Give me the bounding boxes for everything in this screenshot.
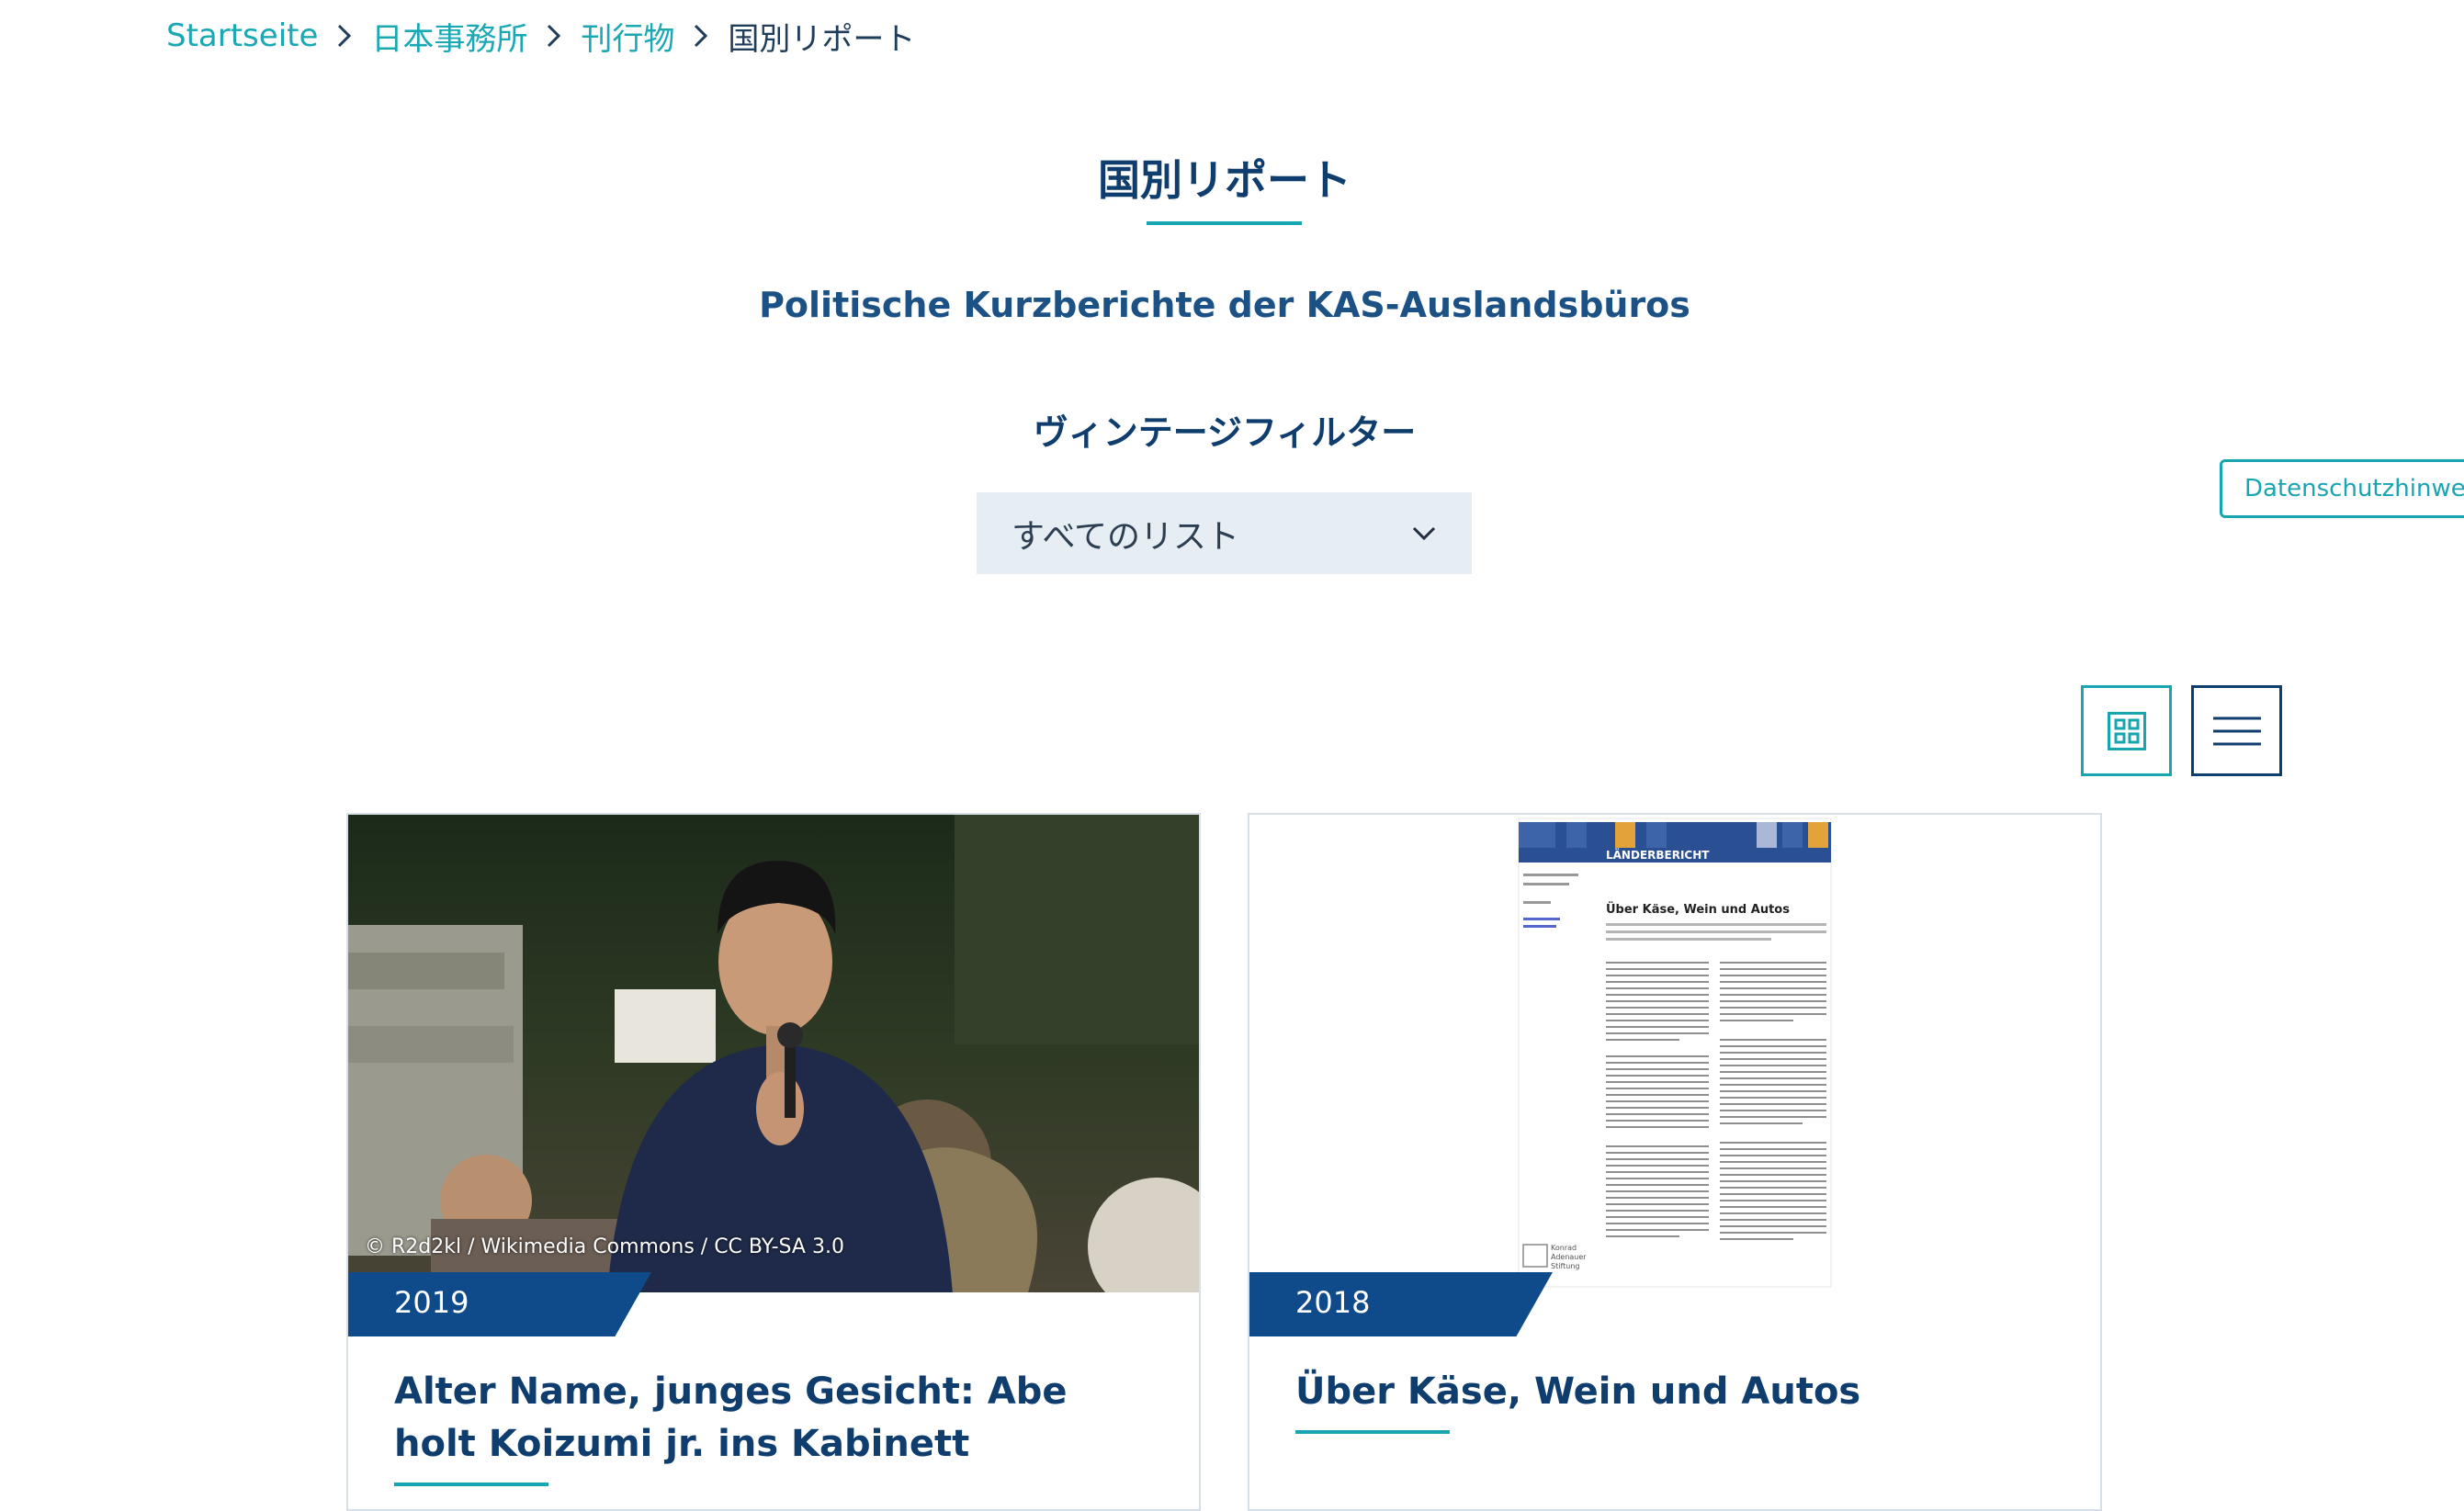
card-title-underline: [1295, 1430, 1450, 1434]
grid-icon: [2107, 711, 2146, 750]
card-title[interactable]: Alter Name, junges Gesicht: Abe holt Koi…: [394, 1366, 1157, 1471]
select-value: すべてのリスト: [1012, 517, 1240, 556]
chevron-right-icon: [544, 22, 564, 50]
year-label: 2018: [1295, 1285, 1371, 1320]
vintage-filter-select[interactable]: すべてのリスト: [977, 492, 1472, 574]
hamburger-list-icon: [2212, 716, 2261, 745]
chevron-down-icon: [1412, 526, 1436, 540]
breadcrumb-current: 国別リポート: [728, 20, 916, 58]
breadcrumb-link-home[interactable]: Startseite: [166, 17, 318, 54]
thumbnail-doc-title: Über Käse, Wein und Autos: [1606, 902, 1790, 917]
breadcrumb-link-publications[interactable]: 刊行物: [581, 14, 674, 59]
list-view-button[interactable]: [2191, 685, 2282, 776]
breadcrumb-link-office[interactable]: 日本事務所: [371, 14, 527, 59]
report-card[interactable]: LÄNDERBERICHT Über Käse, Wein und Autos: [1248, 813, 2102, 1511]
breadcrumb: Startseite 日本事務所 刊行物 国別リポート: [166, 13, 915, 59]
year-badge: 2018: [1249, 1272, 1553, 1336]
card-title[interactable]: Über Käse, Wein und Autos: [1295, 1366, 2058, 1418]
image-credit: © R2d2kl / Wikimedia Commons / CC BY-SA …: [365, 1235, 844, 1258]
card-document-thumbnail[interactable]: LÄNDERBERICHT Über Käse, Wein und Autos: [1249, 815, 2100, 1292]
page-title: 国別リポート: [1098, 155, 1351, 205]
thumbnail-logo-line: Adenauer: [1551, 1253, 1587, 1261]
chevron-right-icon: [691, 22, 711, 50]
year-badge: 2019: [348, 1272, 651, 1336]
chevron-right-icon: [334, 22, 355, 50]
year-label: 2019: [394, 1285, 469, 1320]
privacy-notice-button[interactable]: Datenschutzhinweis: [2220, 459, 2464, 518]
photo-illustration: [348, 815, 1199, 1292]
document-thumbnail: LÄNDERBERICHT Über Käse, Wein und Autos: [1518, 818, 1832, 1288]
card-photo[interactable]: © R2d2kl / Wikimedia Commons / CC BY-SA …: [348, 815, 1199, 1292]
filter-heading: ヴィンテージフィルター: [1033, 412, 1417, 453]
thumbnail-logo-line: Stiftung: [1551, 1262, 1579, 1270]
page-subtitle: Politische Kurzberichte der KAS-Auslands…: [759, 285, 1690, 325]
card-title-underline: [394, 1483, 548, 1486]
report-card[interactable]: © R2d2kl / Wikimedia Commons / CC BY-SA …: [346, 813, 1201, 1511]
thumbnail-logo-line: Konrad: [1551, 1244, 1577, 1252]
thumbnail-banner: LÄNDERBERICHT: [1606, 848, 1710, 862]
title-underline: [1147, 221, 1302, 225]
grid-view-button[interactable]: [2081, 685, 2172, 776]
